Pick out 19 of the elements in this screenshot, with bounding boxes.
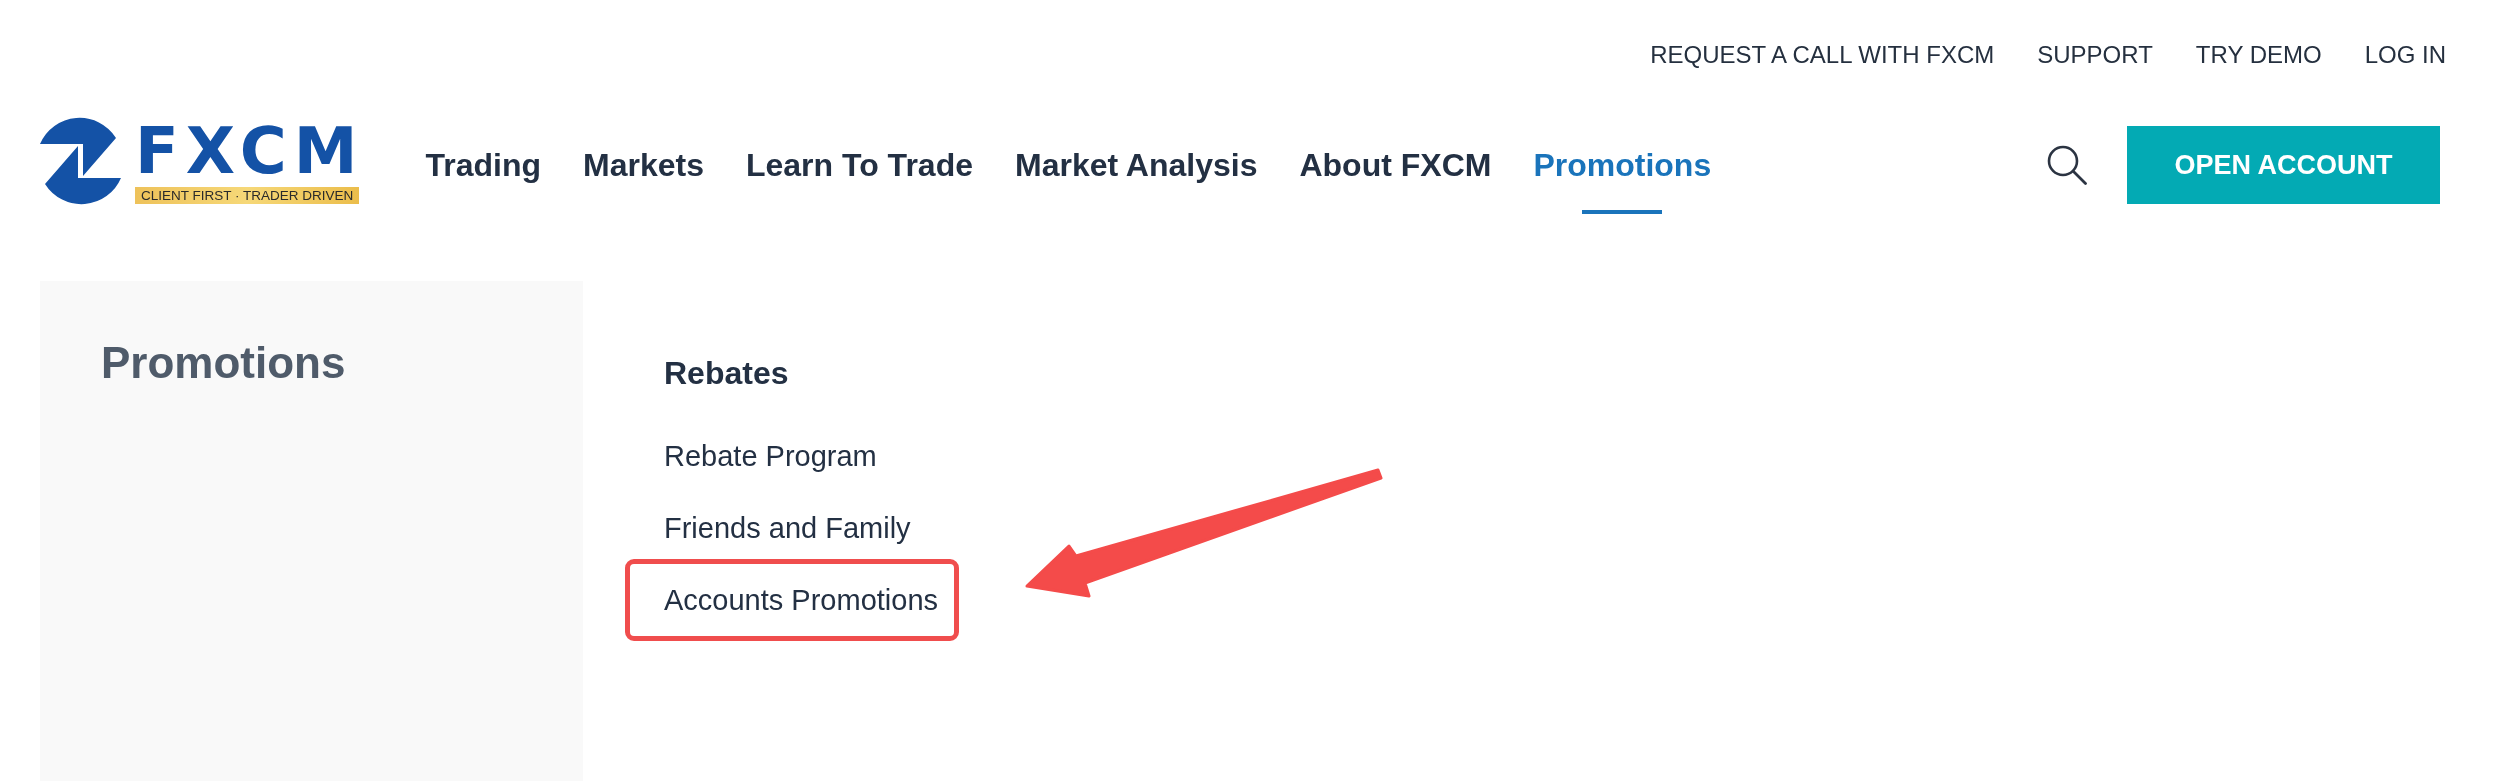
top-link[interactable]: TRY DEMO [2195,40,2322,70]
logo-tagline: CLIENT FIRST · TRADER DRIVEN [135,186,360,204]
nav-tab[interactable]: Market Analysis [1014,116,1258,214]
nav-tab[interactable]: Learn To Trade [745,116,973,214]
menu-link[interactable]: Friends and Family [664,492,911,564]
nav-tab[interactable]: Promotions [1533,116,1712,214]
search-icon[interactable] [2047,145,2087,185]
nav-tab[interactable]: Markets [583,116,704,214]
top-link[interactable]: SUPPORT [2037,40,2153,70]
logo-wordmark[interactable]: FXCM [135,122,365,179]
logo-icon[interactable] [38,116,123,206]
top-link[interactable]: LOG IN [2364,40,2446,70]
nav-tab[interactable]: Trading [425,116,541,214]
top-link[interactable]: REQUEST A CALL WITH FXCM [1650,40,1995,70]
menu-link[interactable]: Rebate Program [664,420,877,492]
menu-group-title: Rebates [664,354,789,393]
panel-title: Promotions [101,337,346,389]
menu-link[interactable]: Accounts Promotions [664,564,938,636]
nav-tab[interactable]: About FXCM [1299,116,1492,214]
